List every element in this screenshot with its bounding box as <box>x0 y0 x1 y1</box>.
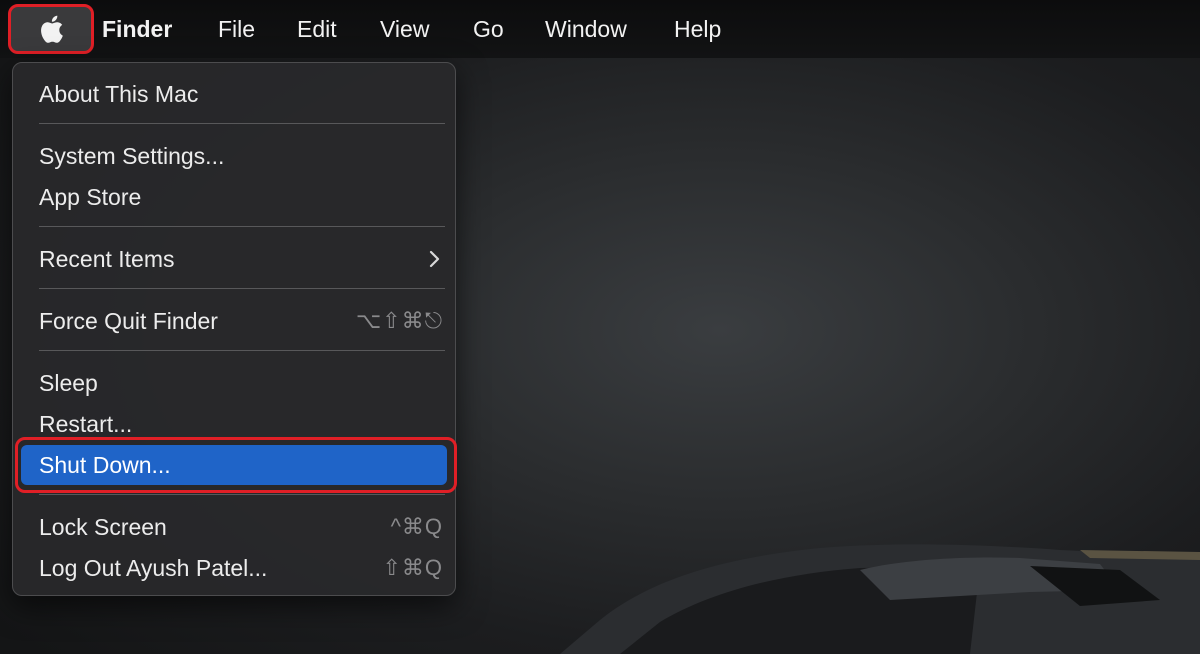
menu-item-recent-items[interactable]: Recent Items <box>21 239 447 279</box>
menu-window[interactable]: Window <box>545 15 627 43</box>
menu-item-lock-screen[interactable]: Lock Screen ^⌘Q <box>21 507 447 547</box>
menu-item-system-settings[interactable]: System Settings... <box>21 136 447 176</box>
separator <box>39 494 445 495</box>
car-wallpaper-image <box>560 544 1200 654</box>
apple-logo-icon <box>41 15 63 43</box>
chevron-right-icon <box>429 250 440 268</box>
menu-item-label: Sleep <box>39 370 98 396</box>
apple-menu-button[interactable] <box>8 4 94 54</box>
menu-item-app-store[interactable]: App Store <box>21 177 447 217</box>
menu-edit[interactable]: Edit <box>297 15 337 43</box>
separator <box>39 350 445 351</box>
menu-bar: Finder File Edit View Go Window Help <box>0 0 1200 58</box>
keyboard-shortcut: ⌥⇧⌘⎋ <box>355 308 443 333</box>
menu-help[interactable]: Help <box>674 15 721 43</box>
separator <box>39 226 445 227</box>
menu-item-label: System Settings... <box>39 143 225 169</box>
keyboard-shortcut: ^⌘Q <box>390 514 443 539</box>
keyboard-shortcut: ⇧⌘Q <box>382 555 443 580</box>
menu-go[interactable]: Go <box>473 15 504 43</box>
desktop: Finder File Edit View Go Window Help Abo… <box>0 0 1200 654</box>
separator <box>39 123 445 124</box>
menu-item-log-out[interactable]: Log Out Ayush Patel... ⇧⌘Q <box>21 548 447 588</box>
menu-item-sleep[interactable]: Sleep <box>21 363 447 403</box>
menu-view[interactable]: View <box>380 15 429 43</box>
menu-finder[interactable]: Finder <box>102 15 172 43</box>
menu-item-label: App Store <box>39 184 142 210</box>
apple-menu-dropdown: About This Mac System Settings... App St… <box>12 62 456 596</box>
menu-item-label: Force Quit Finder <box>39 308 218 334</box>
annotation-highlight-ring <box>15 437 457 493</box>
menu-item-label: About This Mac <box>39 81 199 107</box>
menu-item-force-quit[interactable]: Force Quit Finder ⌥⇧⌘⎋ <box>21 301 447 341</box>
menu-item-label: Log Out Ayush Patel... <box>39 555 268 581</box>
menu-item-label: Lock Screen <box>39 514 167 540</box>
menu-item-about[interactable]: About This Mac <box>21 74 447 114</box>
menu-item-label: Recent Items <box>39 246 175 272</box>
separator <box>39 288 445 289</box>
menu-file[interactable]: File <box>218 15 255 43</box>
